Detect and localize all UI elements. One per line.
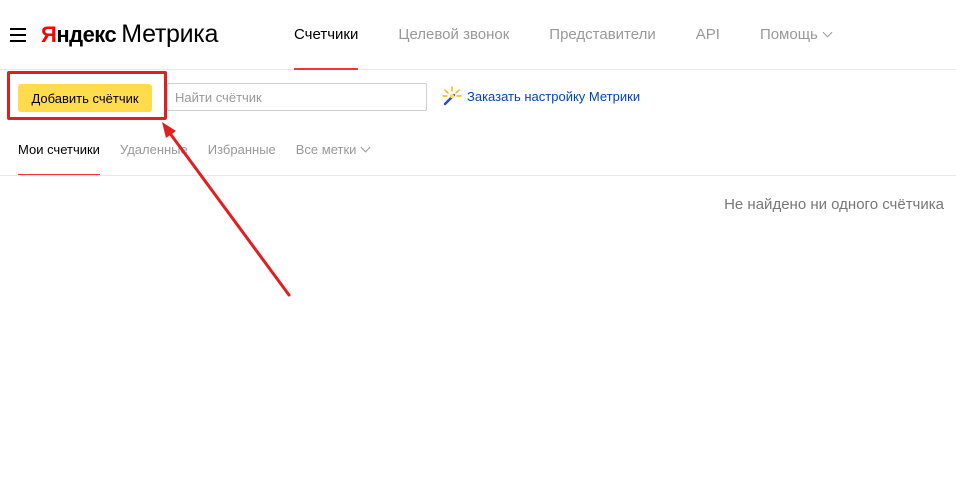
tab-favorites[interactable]: Избранные xyxy=(208,130,276,176)
tab-all-labels[interactable]: Все метки xyxy=(296,130,371,176)
tab-deleted[interactable]: Удаленные xyxy=(120,130,188,176)
logo-product: Метрика xyxy=(121,20,219,48)
nav-help[interactable]: Помощь xyxy=(760,0,833,70)
magic-wand-icon xyxy=(442,86,462,106)
order-setup-link[interactable]: Заказать настройку Метрики xyxy=(441,86,640,106)
nav-counters[interactable]: Счетчики xyxy=(294,0,359,70)
nav-api[interactable]: API xyxy=(696,0,720,70)
logo-brand: Яндекс xyxy=(41,22,117,47)
tabs-divider xyxy=(0,175,956,176)
menu-icon[interactable] xyxy=(10,28,26,42)
counter-filter-tabs: Мои счетчики Удаленные Избранные Все мет… xyxy=(18,130,389,176)
chevron-down-icon xyxy=(822,27,833,38)
top-header: Яндекс Метрика Счетчики Целевой звонок П… xyxy=(0,0,956,70)
nav-representatives[interactable]: Представители xyxy=(549,0,655,70)
tab-my-counters[interactable]: Мои счетчики xyxy=(18,130,100,176)
top-nav: Счетчики Целевой звонок Представители AP… xyxy=(294,0,871,70)
add-counter-button[interactable]: Добавить счётчик xyxy=(18,84,152,112)
search-counter-input[interactable] xyxy=(167,83,427,111)
order-setup-label: Заказать настройку Метрики xyxy=(467,88,641,104)
yandex-metrika-logo[interactable]: Яндекс Метрика xyxy=(41,20,218,50)
annotation-arrow xyxy=(162,122,291,297)
empty-state-message: Не найдено ни одного счётчика xyxy=(724,196,944,213)
nav-target-call[interactable]: Целевой звонок xyxy=(398,0,509,70)
chevron-down-icon xyxy=(360,142,371,153)
